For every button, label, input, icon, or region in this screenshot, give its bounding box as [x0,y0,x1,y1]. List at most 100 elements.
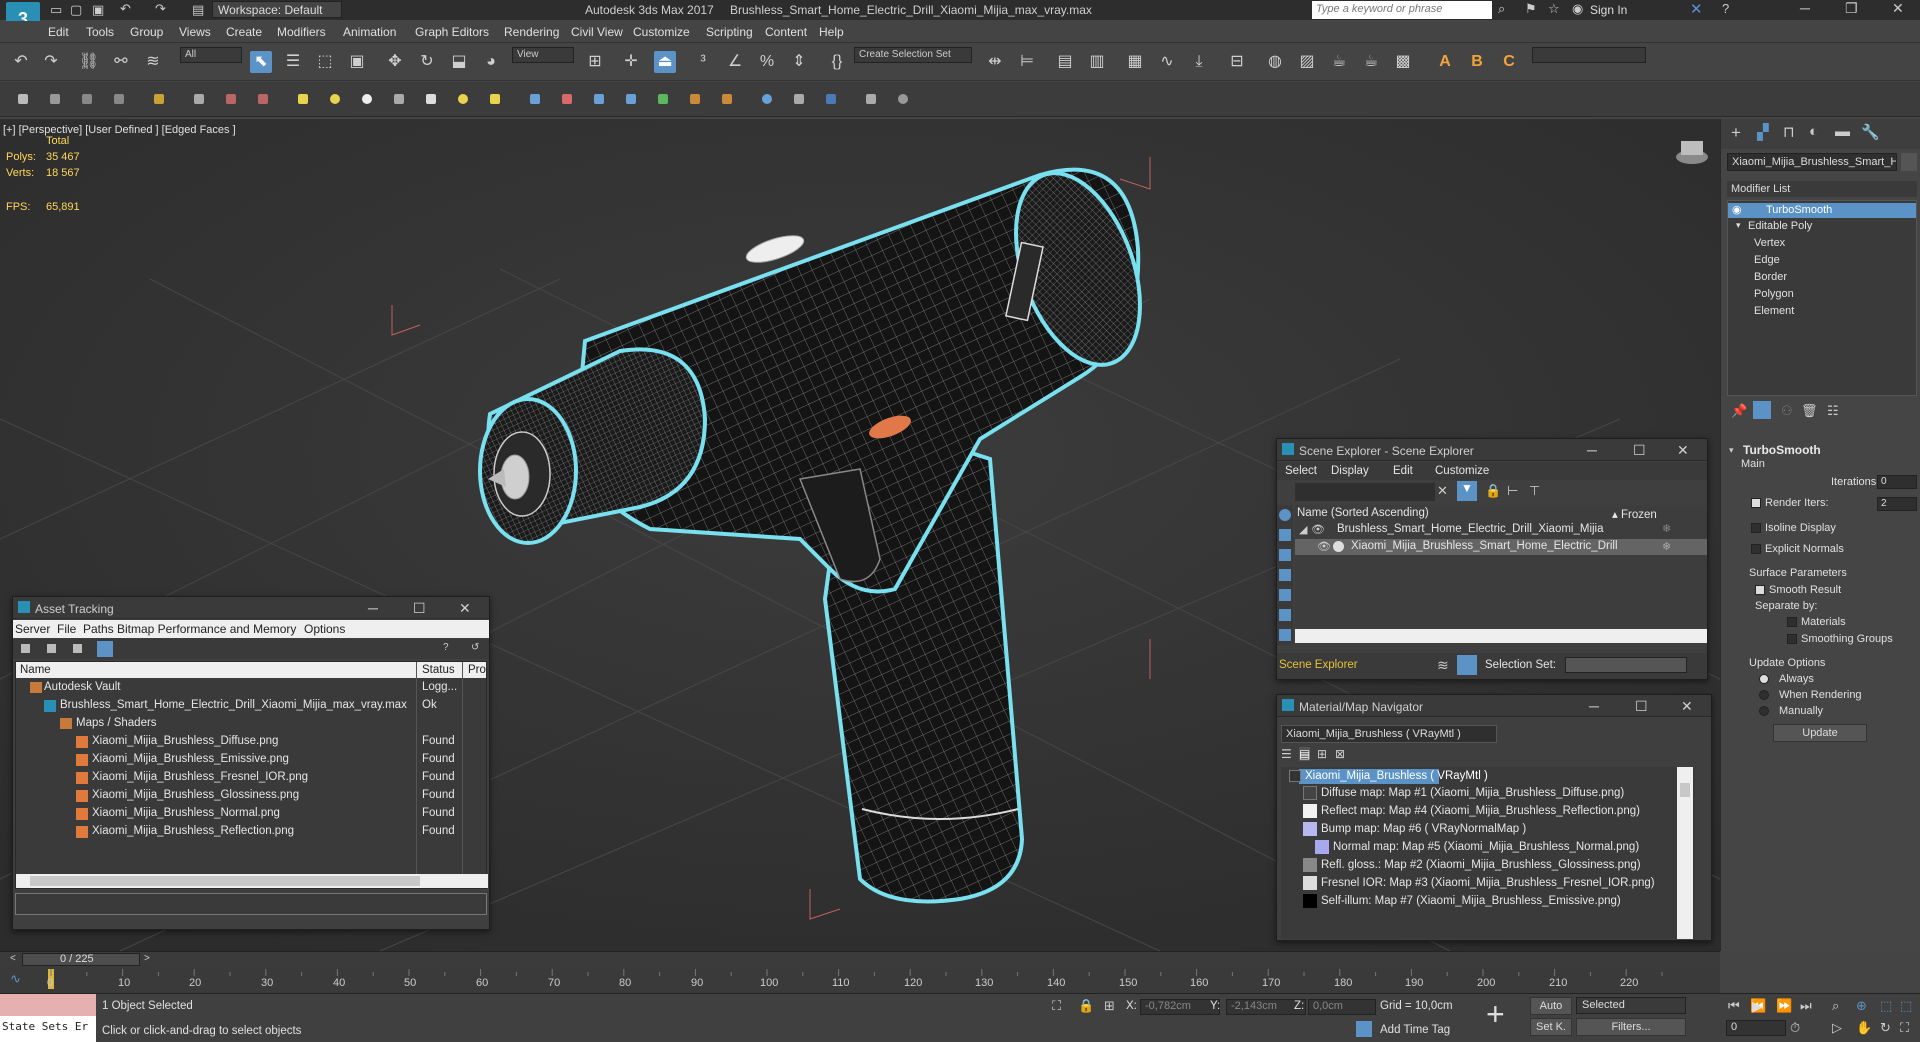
help-icon[interactable]: ? [443,642,449,653]
redo-icon[interactable]: ↷ [40,51,62,73]
menu-edit[interactable]: Edit [1393,465,1413,477]
toggle-layer-explorer-icon[interactable]: ▥ [1086,51,1108,73]
toolbar-icon[interactable] [21,644,30,653]
smoothing-groups-checkbox[interactable] [1787,634,1797,644]
menu-modifiers[interactable]: Modifiers [277,25,326,39]
time-tag-icon[interactable] [1356,1021,1372,1037]
large-icons-view-icon[interactable]: ⊠ [1335,747,1345,761]
toolbar2-icon[interactable] [330,94,340,104]
asset-tracking-titlebar[interactable]: Asset Tracking ─ ☐ ✕ [13,597,489,619]
project-folder-icon[interactable]: ▤ [192,2,204,18]
sidebar-icon[interactable] [1279,609,1291,621]
remove-modifier-icon[interactable]: 🗑 [1801,403,1818,419]
state-sets-field[interactable]: State Sets Er [0,1016,96,1042]
edit-named-selection-icon[interactable]: {} [826,51,848,73]
visibility-eye-icon[interactable]: 👁 [1317,540,1331,553]
toolbar2-icon[interactable] [114,94,124,104]
vertical-scrollbar[interactable] [1677,767,1693,939]
ribbon-icon[interactable]: ▦ [1124,51,1146,73]
turbosmooth-rollout-title[interactable]: TurboSmooth [1743,443,1821,457]
menu-views[interactable]: Views [179,25,211,39]
stack-item-polygon[interactable]: Polygon [1754,288,1794,300]
selection-set-dropdown[interactable] [1565,657,1687,673]
scene-search-input[interactable] [1295,483,1435,501]
curve-editor-icon[interactable]: ∿ [1156,51,1178,73]
scene-explorer-titlebar[interactable]: Scene Explorer - Scene Explorer ─ ☐ ✕ [1277,439,1707,461]
menu-group[interactable]: Group [130,25,163,39]
update-button[interactable]: Update [1773,724,1867,742]
map-tree-row[interactable]: Diffuse map: Map #1 (Xiaomi_Mijia_Brushl… [1321,787,1624,799]
toolbar2-icon[interactable] [794,94,804,104]
redo-icon[interactable]: ↷ [155,1,166,17]
toolbar2-icon[interactable] [594,94,604,104]
modifier-list-dropdown[interactable]: Modifier List [1727,181,1917,197]
z-coordinate-field[interactable]: 0,0cm [1308,999,1376,1015]
small-icons-view-icon[interactable]: ⊞ [1317,747,1327,761]
placement-icon[interactable]: ◕ [480,51,502,73]
toolbar2-icon[interactable] [50,94,60,104]
map-tree-row[interactable]: Reflect map: Map #4 (Xiaomi_Mijia_Brushl… [1321,805,1640,817]
menu-bitmap-performance[interactable]: Bitmap Performance and Memory [117,622,296,636]
selection-lock-icon[interactable]: 🔒 [1078,998,1094,1014]
menu-content[interactable]: Content [765,25,807,39]
stack-item-edge[interactable]: Edge [1754,254,1780,266]
zoom-extents-all-icon[interactable]: ⬚ [1900,998,1912,1014]
subscription-icon[interactable]: ⚑ [1525,1,1537,17]
pan-icon[interactable]: ✋ [1856,1020,1872,1036]
hierarchy-icon[interactable]: ⊢ [1507,483,1518,499]
key-filters-button[interactable]: Filters... [1576,1018,1686,1036]
menu-file[interactable]: File [57,622,76,636]
stack-item-vertex[interactable]: Vertex [1754,237,1785,249]
toolbar2-icon[interactable] [722,94,732,104]
absolute-mode-icon[interactable]: ⊞ [1104,998,1115,1014]
material-tree-row[interactable]: Xiaomi_Mijia_Brushless ( VRayMtl ) [1305,770,1488,782]
map-tree-row[interactable]: Fresnel IOR: Map #3 (Xiaomi_Mijia_Brushl… [1321,877,1655,889]
toolbar-icon-active[interactable] [97,641,113,657]
render-iterative-icon[interactable]: ▩ [1392,51,1414,73]
favorites-star-icon[interactable]: ☆ [1548,1,1560,17]
go-to-start-icon[interactable]: ⏮ [1728,998,1740,1014]
selection-filter-dropdown[interactable]: All [180,47,242,63]
modify-tab-icon[interactable]: ▞ [1757,123,1769,141]
object-color-swatch[interactable] [1901,153,1917,171]
link-icon[interactable]: ⛓ [78,51,100,73]
minimize-icon[interactable]: ─ [368,600,378,616]
sidebar-icon[interactable] [1279,629,1291,641]
align-icon[interactable]: ⊨ [1016,51,1038,73]
rollout-collapse-icon[interactable]: ▾ [1729,445,1734,456]
zoom-extents-icon[interactable]: ⬚ [1880,998,1892,1014]
snaps-toggle-icon[interactable]: ³ [692,51,714,73]
material-editor-icon[interactable]: ◍ [1264,51,1286,73]
binoculars-icon[interactable]: ⌕ [1498,1,1505,17]
save-file-icon[interactable]: ▣ [92,2,104,18]
dope-sheet-icon[interactable]: ⤓ [1188,51,1210,73]
asset-path-field[interactable] [15,893,487,915]
map-tree-row[interactable]: Refl. gloss.: Map #2 (Xiaomi_Mijia_Brush… [1321,859,1641,871]
render-preset-b-icon[interactable]: B [1466,51,1488,73]
configure-sets-icon[interactable]: ☷ [1827,403,1839,419]
isoline-display-checkbox[interactable] [1751,523,1761,533]
selection-set-icon[interactable] [1457,655,1477,675]
stack-item-border[interactable]: Border [1754,271,1787,283]
sidebar-icon[interactable] [1279,589,1291,601]
add-time-tag-label[interactable]: Add Time Tag [1380,1024,1450,1036]
pivot-center-icon[interactable]: ⊞ [584,51,606,73]
exchange-x-icon[interactable]: ✕ [1690,0,1703,18]
schematic-view-icon[interactable]: ⊟ [1226,51,1248,73]
menu-graph-editors[interactable]: Graph Editors [415,25,489,39]
col-frozen[interactable]: ▴ Frozen [1612,507,1657,521]
toolbar2-icon[interactable] [690,94,700,104]
toolbar2-icon[interactable] [194,94,204,104]
play-icon[interactable]: ▶ [1752,998,1763,1015]
undo-icon[interactable]: ↶ [10,51,32,73]
toolbar2-icon[interactable] [226,94,236,104]
move-icon[interactable]: ✥ [384,51,406,73]
iterations-spinner[interactable]: 0 [1877,475,1917,489]
materials-checkbox[interactable] [1787,617,1797,627]
lock-icon[interactable]: 🔒 [1485,483,1501,499]
spinner-snap-icon[interactable]: ⇕ [788,51,810,73]
render-production-icon[interactable]: ☕ [1360,51,1382,73]
object-name-field[interactable]: Xiaomi_Mijia_Brushless_Smart_Hon [1727,153,1897,171]
toolbar2-icon[interactable] [394,94,404,104]
maximize-icon[interactable]: ☐ [1633,442,1646,459]
